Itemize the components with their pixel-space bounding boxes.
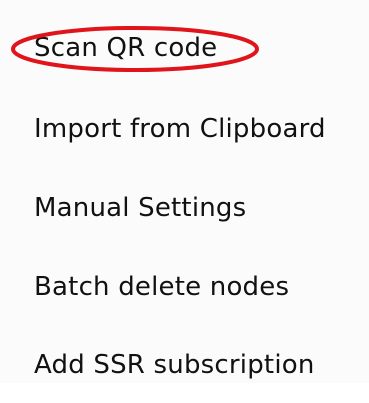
menu-item-import-from-clipboard[interactable]: Import from Clipboard (0, 91, 369, 167)
menu-item-manual-settings[interactable]: Manual Settings (0, 170, 369, 246)
popup-menu: Scan QR code Import from Clipboard Manua… (0, 0, 369, 383)
menu-item-label: Scan QR code (34, 33, 218, 63)
menu-item-batch-delete-nodes[interactable]: Batch delete nodes (0, 249, 369, 325)
menu-item-label: Manual Settings (34, 193, 247, 223)
menu-item-add-ssr-subscription[interactable]: Add SSR subscription (0, 327, 369, 403)
menu-item-label: Batch delete nodes (34, 272, 290, 302)
menu-item-scan-qr-code[interactable]: Scan QR code (0, 10, 369, 86)
menu-item-label: Add SSR subscription (34, 350, 315, 380)
menu-item-label: Import from Clipboard (34, 114, 326, 144)
